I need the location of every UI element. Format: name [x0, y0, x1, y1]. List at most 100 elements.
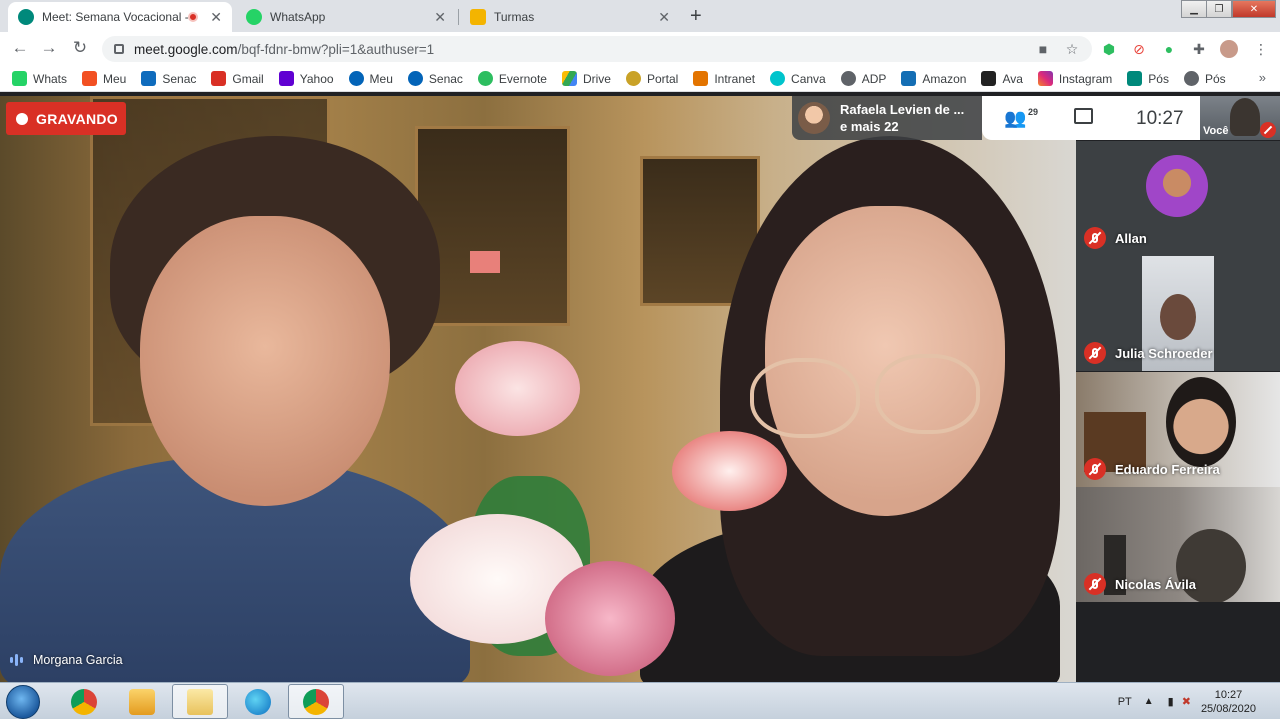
- language-indicator[interactable]: PT: [1118, 696, 1132, 708]
- blackboard-icon: [981, 71, 997, 86]
- participant-name: Eduardo Ferreira: [1115, 462, 1220, 477]
- bookmarks-overflow-button[interactable]: »: [1259, 70, 1266, 85]
- intranet-icon: [693, 71, 709, 86]
- classroom-icon: [470, 9, 486, 25]
- show-hidden-icons-icon[interactable]: ▲: [1144, 696, 1154, 707]
- close-icon[interactable]: ✕: [434, 9, 446, 26]
- whatsapp-icon: [246, 9, 262, 25]
- back-button[interactable]: ←: [9, 38, 31, 58]
- start-button[interactable]: [6, 685, 40, 719]
- bookmark-item[interactable]: ADP: [840, 71, 887, 86]
- tab-meet[interactable]: Meet: Semana Vocacional - I ✕: [8, 2, 232, 32]
- meet-stage: GRAVANDO Morgana Garcia Rafaela Levien d…: [0, 96, 1280, 682]
- bookmark-label: Pós: [1204, 71, 1226, 86]
- taskbar-media-player[interactable]: [114, 684, 170, 719]
- taskbar-edge[interactable]: [230, 684, 286, 719]
- bookmark-label: Evernote: [498, 71, 547, 86]
- bookmark-item[interactable]: Pós: [1127, 71, 1169, 86]
- volume-icon[interactable]: ✖: [1182, 695, 1191, 708]
- bookmark-label: Meu: [103, 71, 127, 86]
- record-dot-icon: [16, 112, 28, 125]
- bookmark-item[interactable]: Evernote: [477, 71, 547, 86]
- recording-label: GRAVANDO: [36, 110, 118, 127]
- maximize-button[interactable]: ❐: [1206, 0, 1232, 18]
- mic-off-icon: [1084, 458, 1106, 480]
- bookmark-item[interactable]: Gmail: [211, 71, 264, 86]
- recording-indicator-icon: [188, 12, 199, 22]
- close-window-button[interactable]: ✕: [1232, 0, 1276, 18]
- glasses: [750, 358, 860, 438]
- system-tray: PT ▲ ▮ ✖ 10:27 25/08/2020: [1118, 683, 1280, 719]
- participant-tile-eduardo-ferreira[interactable]: Eduardo Ferreira: [1076, 372, 1280, 487]
- extensions-puzzle-icon[interactable]: ✚: [1190, 40, 1208, 58]
- meet-top-controls: 👥 29 10:27: [982, 96, 1200, 140]
- bookmark-item[interactable]: Whats: [12, 71, 67, 86]
- whatsapp-icon: [12, 71, 27, 86]
- bookmark-item[interactable]: Intranet: [693, 71, 755, 86]
- bookmark-item[interactable]: Pós: [1183, 71, 1226, 86]
- bookmark-item[interactable]: Ava: [981, 71, 1023, 86]
- profile-avatar[interactable]: [1220, 40, 1238, 58]
- bookmark-label: ADP: [861, 71, 887, 86]
- glasses: [875, 354, 980, 434]
- bookmark-label: Pós: [1148, 71, 1169, 86]
- recording-badge: GRAVANDO: [6, 102, 126, 135]
- bookmark-item[interactable]: Senac: [141, 71, 196, 86]
- presenter-chip[interactable]: Rafaela Levien de ... e mais 22: [792, 96, 982, 140]
- bookmark-item[interactable]: Instagram: [1037, 71, 1112, 86]
- extension-lastpass-icon[interactable]: ⊘: [1130, 40, 1148, 58]
- tab-turmas[interactable]: Turmas ✕: [460, 2, 680, 32]
- close-icon[interactable]: ✕: [210, 9, 222, 26]
- taskbar-chrome-active[interactable]: [288, 684, 344, 719]
- participant-tile-julia-schroeder[interactable]: Julia Schroeder: [1076, 256, 1280, 371]
- yahoo-icon: [278, 71, 294, 86]
- bookmark-label: Amazon: [922, 71, 967, 86]
- chat-icon[interactable]: [1074, 108, 1093, 124]
- bookmark-item[interactable]: Yahoo: [278, 71, 334, 86]
- classroom-icon: [1127, 71, 1143, 86]
- bookmark-item[interactable]: Portal: [625, 71, 678, 86]
- address-bar[interactable]: meet.google.com/bqf-fdnr-bmw?pli=1&authu…: [102, 36, 1092, 62]
- self-view-tile[interactable]: Você: [1200, 96, 1280, 140]
- minimize-button[interactable]: ▁: [1181, 0, 1207, 18]
- bookmark-label: Yahoo: [299, 71, 334, 86]
- tab-whatsapp[interactable]: WhatsApp ✕: [236, 2, 456, 32]
- new-tab-button[interactable]: +: [690, 5, 702, 28]
- bookmark-item[interactable]: Amazon: [901, 71, 966, 86]
- main-video[interactable]: [0, 96, 1076, 682]
- tab-title: Turmas: [494, 10, 535, 24]
- url-path: /bqf-fdnr-bmw?pli=1&authuser=1: [237, 41, 435, 57]
- bookmarks-bar: Whats Meu Senac Gmail Yahoo Meu Senac Ev…: [0, 66, 1280, 92]
- camera-icon[interactable]: ■: [1034, 40, 1052, 58]
- drive-icon: [561, 71, 577, 86]
- avatar: [1146, 155, 1208, 217]
- taskbar-chrome[interactable]: [56, 684, 112, 719]
- taskbar-explorer[interactable]: [172, 684, 228, 719]
- network-signal-icon[interactable]: ▮: [1168, 695, 1174, 708]
- bookmark-item[interactable]: Senac: [407, 71, 463, 86]
- extension-shield-icon[interactable]: ⬢: [1100, 40, 1118, 58]
- bookmark-star-icon[interactable]: ☆: [1063, 40, 1081, 58]
- tab-separator: [458, 9, 459, 25]
- people-icon[interactable]: 👥: [1004, 108, 1026, 129]
- close-icon[interactable]: ✕: [658, 9, 670, 26]
- participant-silhouette: [1166, 377, 1236, 467]
- participant-tile-nicolas-avila[interactable]: Nicolas Ávila: [1076, 487, 1280, 602]
- forward-button[interactable]: →: [38, 38, 60, 58]
- outlook-icon: [141, 71, 157, 86]
- evernote-extension-icon[interactable]: ●: [1160, 40, 1178, 58]
- reload-button[interactable]: ↻: [69, 38, 91, 58]
- bookmark-item[interactable]: Meu: [348, 71, 393, 86]
- flower: [672, 431, 787, 511]
- participant-tile-allan[interactable]: Allan: [1076, 141, 1280, 256]
- tab-strip: Meet: Semana Vocacional - I ✕ WhatsApp ✕…: [0, 0, 1280, 32]
- browser-toolbar: ← → ↻ meet.google.com/bqf-fdnr-bmw?pli=1…: [0, 32, 1280, 91]
- bookmark-item[interactable]: Canva: [770, 71, 826, 86]
- bookmark-item[interactable]: Drive: [561, 71, 611, 86]
- clock[interactable]: 10:27 25/08/2020: [1201, 688, 1256, 716]
- menu-kebab-icon[interactable]: ⋮: [1252, 40, 1270, 58]
- avatar: [798, 102, 830, 134]
- person-face: [140, 216, 390, 506]
- bookmark-item[interactable]: Meu: [82, 71, 126, 86]
- bookmark-label: Meu: [369, 71, 393, 86]
